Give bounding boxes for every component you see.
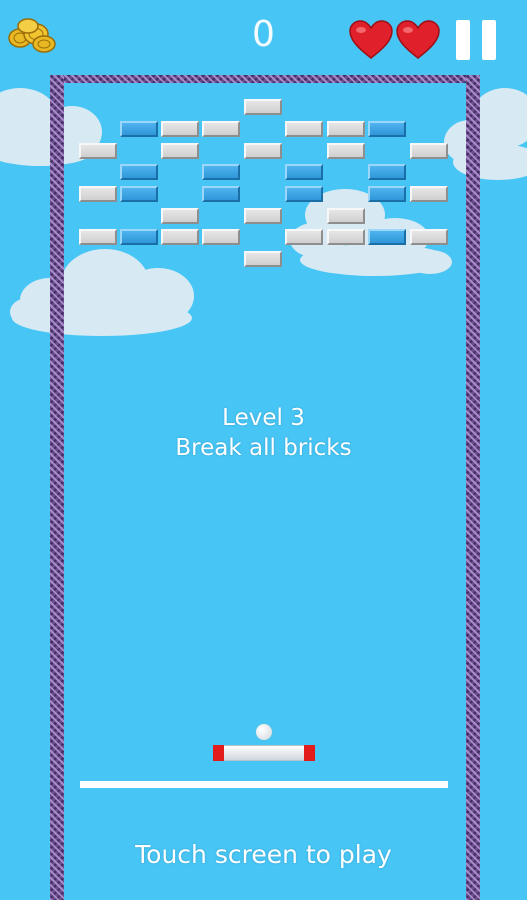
brick-blue — [285, 164, 323, 180]
pause-icon — [456, 20, 470, 60]
brick-blue — [120, 164, 158, 180]
brick-blue — [368, 229, 406, 245]
pause-button[interactable] — [456, 20, 498, 60]
brick-gray — [285, 229, 323, 245]
brick-gray — [410, 186, 448, 202]
brick-gray — [161, 208, 199, 224]
ball — [256, 724, 272, 740]
brick-gray — [161, 229, 199, 245]
brick-gray — [410, 229, 448, 245]
brick-gray — [327, 143, 365, 159]
brick-gray — [79, 143, 117, 159]
brick-blue — [120, 121, 158, 137]
floor-line — [80, 781, 448, 788]
brick-gray — [410, 143, 448, 159]
brick-gray — [327, 121, 365, 137]
brick-blue — [285, 186, 323, 202]
brick-blue — [368, 186, 406, 202]
score-display: 0 — [252, 14, 275, 55]
paddle[interactable] — [213, 745, 315, 761]
paddle-cap-left — [213, 745, 224, 761]
touch-to-play-prompt[interactable]: Touch screen to play — [0, 838, 527, 872]
brick-gray — [244, 99, 282, 115]
heart-icon — [395, 20, 441, 60]
brick-blue — [120, 229, 158, 245]
brick-gray — [161, 143, 199, 159]
heart-icon — [348, 20, 394, 60]
brick-gray — [202, 121, 240, 137]
brick-gray — [161, 121, 199, 137]
brick-gray — [327, 229, 365, 245]
level-subtitle: Break all bricks — [175, 435, 352, 461]
brick-blue — [202, 164, 240, 180]
brick-blue — [368, 121, 406, 137]
paddle-cap-right — [304, 745, 315, 761]
brick-gray — [202, 229, 240, 245]
brick-gray — [79, 229, 117, 245]
brick-gray — [285, 121, 323, 137]
brick-gray — [244, 143, 282, 159]
brick-gray — [79, 186, 117, 202]
brick-gray — [244, 251, 282, 267]
brick-blue — [202, 186, 240, 202]
brick-gray — [327, 208, 365, 224]
brick-blue — [120, 186, 158, 202]
brick-gray — [244, 208, 282, 224]
brick-blue — [368, 164, 406, 180]
pause-icon — [482, 20, 496, 60]
level-title: Level 3 — [222, 405, 305, 431]
